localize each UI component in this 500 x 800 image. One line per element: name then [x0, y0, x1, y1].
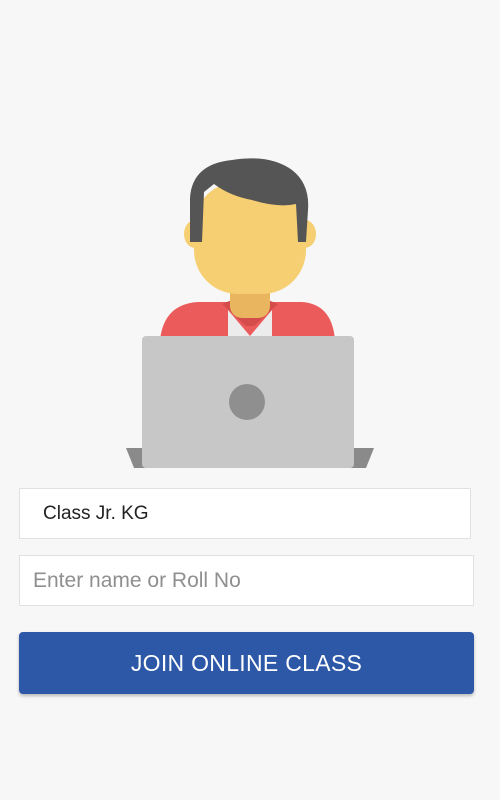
join-online-class-button[interactable]: JOIN ONLINE CLASS: [19, 632, 474, 694]
join-class-screen: Class Jr. KG JOIN ONLINE CLASS: [0, 0, 500, 800]
student-illustration: [120, 150, 380, 470]
name-or-roll-input[interactable]: [19, 555, 474, 606]
class-display: Class Jr. KG: [19, 488, 471, 539]
laptop-logo: [229, 384, 265, 420]
student-with-laptop-icon: [126, 158, 374, 468]
class-label: Class Jr. KG: [43, 502, 149, 524]
